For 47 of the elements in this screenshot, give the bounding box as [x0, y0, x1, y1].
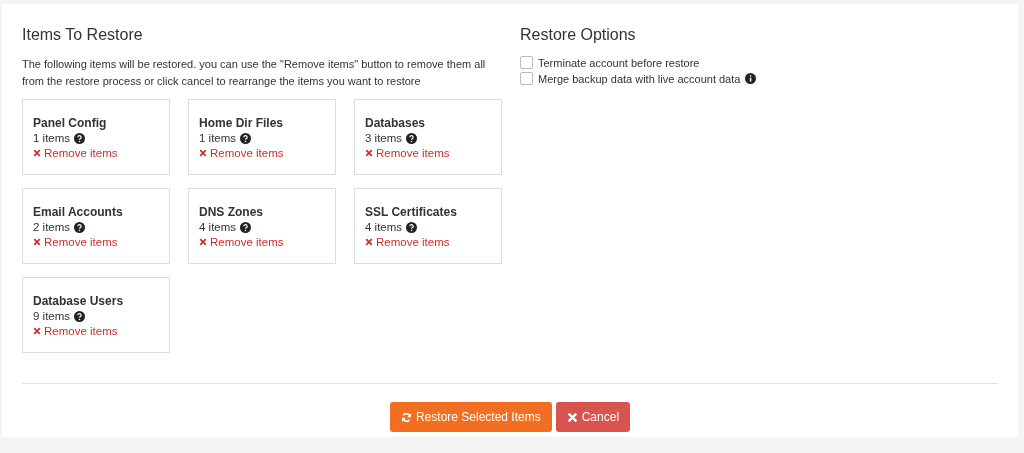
section-title: Items To Restore [22, 26, 144, 44]
close-icon [199, 149, 207, 157]
close-icon [365, 149, 373, 157]
item-count: 4 items [199, 221, 237, 233]
remove-items-link[interactable]: Remove items [33, 325, 118, 337]
item-count: 1 items [33, 132, 71, 144]
close-icon [566, 411, 578, 423]
card-title: SSL Certificates [365, 205, 458, 219]
checkbox[interactable] [520, 56, 533, 69]
close-icon [199, 238, 207, 246]
remove-items-link[interactable]: Remove items [33, 147, 118, 159]
card-title: Database Users [33, 294, 125, 308]
refresh-icon [400, 411, 412, 423]
checkbox[interactable] [520, 72, 533, 85]
help-icon[interactable] [74, 310, 86, 322]
card-title: Home Dir Files [199, 116, 285, 130]
item-count: 1 items [199, 132, 237, 144]
description-text: The following items will be restored. you can use the "Remove items" button to remove them all from the restore process or click cancel to rearrange the items you want to restore [22, 57, 487, 89]
help-icon[interactable] [406, 221, 418, 233]
close-icon [33, 327, 41, 335]
help-icon[interactable] [240, 132, 252, 144]
card-title: Databases [365, 116, 427, 130]
restore-button[interactable]: Restore Selected Items [389, 402, 552, 432]
help-icon[interactable] [240, 221, 252, 233]
help-icon[interactable] [74, 132, 86, 144]
close-icon [365, 238, 373, 246]
remove-items-link[interactable]: Remove items [365, 236, 450, 248]
close-icon [33, 238, 41, 246]
close-icon [33, 149, 41, 157]
card-title: DNS Zones [199, 205, 264, 219]
remove-items-link[interactable]: Remove items [199, 147, 284, 159]
help-icon[interactable] [406, 132, 418, 144]
item-count: 2 items [33, 221, 71, 233]
remove-items-link[interactable]: Remove items [33, 236, 118, 248]
remove-items-link[interactable]: Remove items [365, 147, 450, 159]
cancel-button[interactable]: Cancel [555, 402, 631, 432]
item-count: 9 items [33, 310, 71, 322]
option-label: Merge backup data with live account data [538, 72, 741, 85]
card-title: Panel Config [33, 116, 108, 130]
section-title: Restore Options [520, 26, 637, 44]
info-icon[interactable] [745, 73, 757, 84]
remove-items-link[interactable]: Remove items [199, 236, 284, 248]
option-label: Terminate account before restore [538, 56, 700, 69]
card-title: Email Accounts [33, 205, 124, 219]
help-icon[interactable] [74, 221, 86, 233]
item-count: 3 items [365, 132, 403, 144]
item-count: 4 items [365, 221, 403, 233]
